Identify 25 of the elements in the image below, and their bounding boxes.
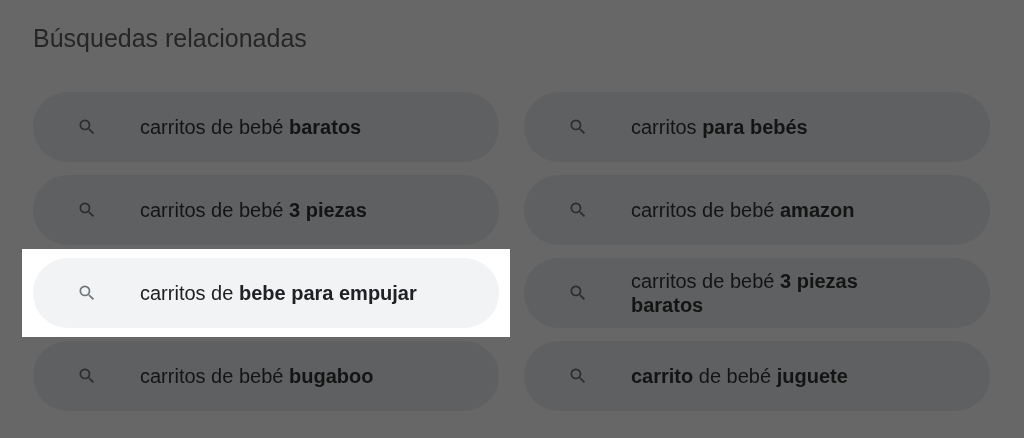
search-icon [77, 200, 97, 220]
search-icon [568, 283, 588, 303]
search-icon [77, 366, 97, 386]
search-suggestion: carritos de bebé amazon [631, 198, 855, 222]
search-icon [568, 366, 588, 386]
search-suggestion: carritos de bebé bugaboo [140, 364, 374, 388]
section-title: Búsquedas relacionadas [33, 23, 308, 54]
related-search-chip[interactable]: carritos de bebe para empujar [33, 258, 499, 328]
search-icon [568, 117, 588, 137]
search-suggestion: carrito de bebé juguete [631, 364, 848, 388]
search-icon [568, 200, 588, 220]
search-suggestion: carritos de bebé 3 piezas baratos [631, 269, 859, 317]
related-search-chip[interactable]: carritos de bebé baratos [33, 92, 499, 162]
search-icon [77, 117, 97, 137]
related-search-chip[interactable]: carritos de bebé 3 piezas [33, 175, 499, 245]
related-search-chip[interactable]: carrito de bebé juguete [524, 341, 990, 411]
related-search-chip[interactable]: carritos para bebés [524, 92, 990, 162]
search-suggestion: carritos de bebe para empujar [140, 281, 417, 305]
search-icon [77, 283, 97, 303]
related-search-chip[interactable]: carritos de bebé 3 piezas baratos [524, 258, 990, 328]
search-suggestion: carritos de bebé baratos [140, 115, 362, 139]
related-search-chip[interactable]: carritos de bebé amazon [524, 175, 990, 245]
related-search-chip[interactable]: carritos de bebé bugaboo [33, 341, 499, 411]
search-suggestion: carritos de bebé 3 piezas [140, 198, 367, 222]
search-suggestion: carritos para bebés [631, 115, 808, 139]
